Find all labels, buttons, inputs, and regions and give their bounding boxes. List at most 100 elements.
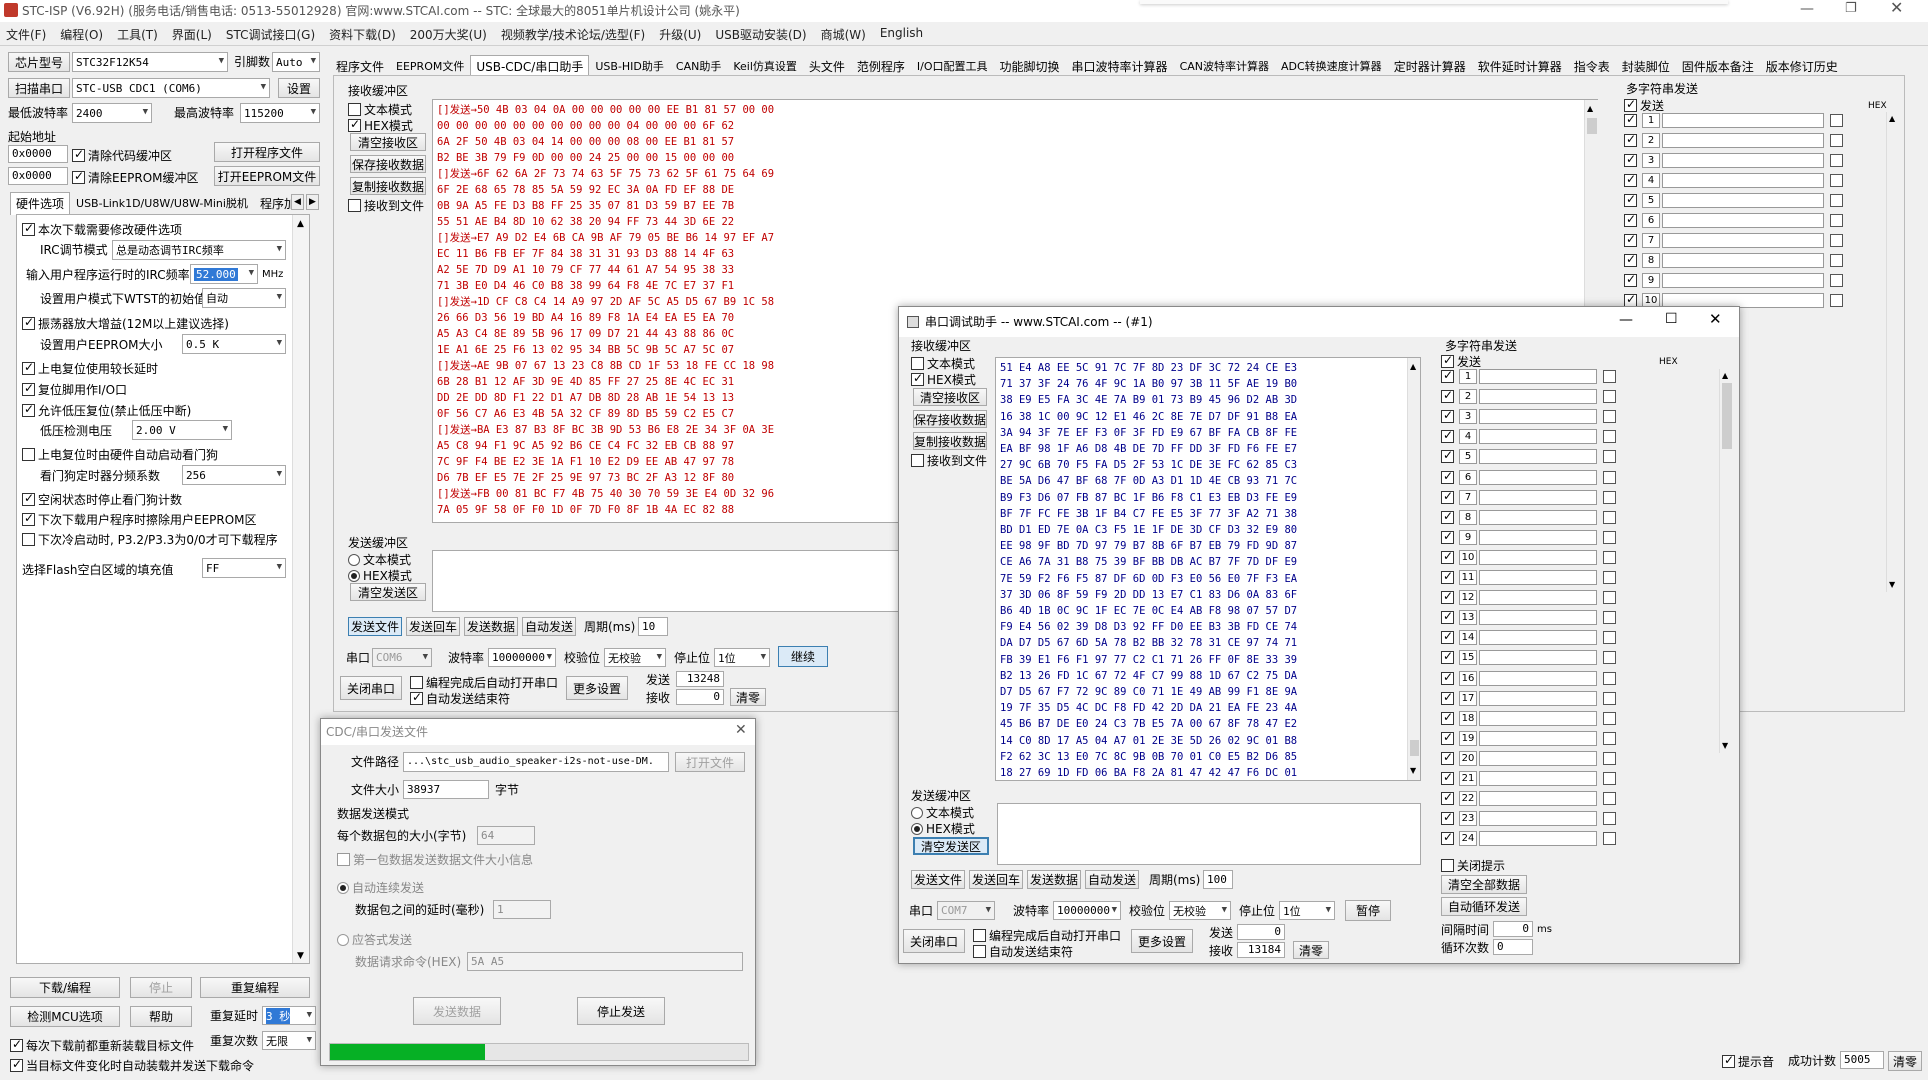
assist-multi-row-number[interactable]: 22: [1459, 791, 1477, 807]
menu-program[interactable]: 编程(O): [60, 26, 103, 43]
multi-row-hex-checkbox[interactable]: [1830, 234, 1843, 247]
send-text-mode[interactable]: 文本模式: [348, 551, 411, 568]
fill-select[interactable]: FF ▼: [202, 558, 286, 578]
port-select-main[interactable]: COM6 ▼: [372, 648, 432, 667]
assist-multi-row-number[interactable]: 9: [1459, 529, 1477, 545]
assist-multi-row-input[interactable]: [1479, 690, 1597, 706]
assist-recv-data-area[interactable]: 51 E4 A8 EE 5C 91 7C 7F 8D 23 DF 3C 72 2…: [995, 357, 1421, 781]
assist-multi-row-checkbox[interactable]: [1441, 649, 1454, 665]
assist-multi-row-input[interactable]: [1479, 429, 1597, 445]
multi-scroll-down-icon[interactable]: ▼: [1889, 578, 1895, 592]
opt-erase-eeprom[interactable]: 下次下载用户程序时擦除用户EEPROM区: [22, 511, 257, 528]
assist-multi-row-number[interactable]: 5: [1459, 449, 1477, 465]
multi-row-number[interactable]: 1: [1642, 113, 1660, 128]
clear-recv-button[interactable]: 清空接收区: [350, 133, 426, 151]
success-clear-button[interactable]: 清零: [1888, 1051, 1922, 1071]
auto-reload-checkbox[interactable]: 当目标文件变化时自动装载并发送下载命令: [10, 1057, 254, 1074]
assist-multi-row-number[interactable]: 7: [1459, 489, 1477, 505]
assist-multi-row-checkbox[interactable]: [1441, 629, 1454, 645]
repeat-program-button[interactable]: 重复编程: [200, 977, 310, 998]
multi-row-checkbox[interactable]: [1624, 232, 1637, 247]
menu-prize[interactable]: 200万大奖(U): [410, 26, 487, 43]
multi-row-number[interactable]: 7: [1642, 233, 1660, 248]
send-hex-mode[interactable]: HEX模式: [348, 567, 412, 584]
multi-row-hex-checkbox[interactable]: [1830, 134, 1843, 147]
multi-row-number[interactable]: 2: [1642, 133, 1660, 148]
open-eeprom-button[interactable]: 打开EEPROM文件: [214, 166, 320, 186]
assist-scroll-down-icon[interactable]: ▼: [1410, 764, 1416, 778]
assist-recv-text-mode[interactable]: 文本模式: [911, 355, 975, 372]
opt-osc-gain[interactable]: 振荡器放大增益(12M以上建议选择): [22, 315, 229, 332]
assist-auto-open-port-checkbox[interactable]: 编程完成后自动打开串口: [973, 927, 1121, 944]
reply-mode-radio[interactable]: 应答式发送: [337, 931, 412, 948]
assist-clear-all-button[interactable]: 清空全部数据: [1441, 875, 1527, 894]
assist-multi-row-hex-checkbox[interactable]: [1603, 671, 1616, 685]
addr1-input[interactable]: 0x0000: [8, 145, 68, 163]
multi-row-input[interactable]: [1662, 253, 1824, 268]
multi-row-input[interactable]: [1662, 193, 1824, 208]
save-recv-button[interactable]: 保存接收数据: [350, 155, 426, 173]
assist-clear-recv-button[interactable]: 清空接收区: [913, 388, 987, 406]
download-program-button[interactable]: 下载/编程: [10, 977, 120, 998]
assist-multi-row-number[interactable]: 16: [1459, 670, 1477, 686]
assist-multi-row-hex-checkbox[interactable]: [1603, 410, 1616, 424]
stop-button[interactable]: 停止: [130, 977, 192, 998]
assist-loop-input[interactable]: 0: [1493, 939, 1533, 955]
assist-multi-row-hex-checkbox[interactable]: [1603, 772, 1616, 785]
assist-multi-row-number[interactable]: 19: [1459, 730, 1477, 746]
menu-debug[interactable]: STC调试接口(G): [226, 26, 315, 43]
multi-row-hex-checkbox[interactable]: [1830, 274, 1843, 287]
wtst-select[interactable]: 自动 ▼: [202, 288, 286, 308]
assist-multi-row-hex-checkbox[interactable]: [1603, 812, 1616, 826]
open-file-button[interactable]: 打开文件: [675, 752, 745, 772]
clear-code-checkbox[interactable]: 清除代码缓冲区: [72, 147, 172, 164]
menu-tools[interactable]: 工具(T): [117, 26, 158, 43]
assist-multi-row-number[interactable]: 6: [1459, 469, 1477, 485]
multi-row-input[interactable]: [1662, 273, 1824, 288]
assist-multi-row-number[interactable]: 3: [1459, 409, 1477, 425]
clear-send-button[interactable]: 清空发送区: [350, 583, 426, 601]
parity-select[interactable]: 无校验 ▼: [604, 648, 666, 667]
irc-freq-select[interactable]: 52.000 ▼: [190, 264, 258, 284]
eeprom-size-select[interactable]: 0.5 K ▼: [182, 334, 286, 354]
assist-multi-row-hex-checkbox[interactable]: [1603, 490, 1616, 504]
assist-multi-row-checkbox[interactable]: [1441, 408, 1454, 424]
open-program-button[interactable]: 打开程序文件: [214, 142, 320, 162]
request-cmd-input[interactable]: 5A A5: [467, 952, 743, 971]
assist-multi-row-input[interactable]: [1479, 670, 1597, 686]
period-input[interactable]: 10: [638, 617, 668, 636]
assist-multi-row-hex-checkbox[interactable]: [1603, 591, 1616, 605]
assist-multi-row-checkbox[interactable]: [1441, 750, 1454, 765]
multi-row-checkbox[interactable]: [1624, 192, 1637, 207]
menu-interface[interactable]: 界面(L): [172, 26, 212, 43]
repeat-count-select[interactable]: 无限 ▼: [262, 1031, 316, 1050]
assist-auto-send-button[interactable]: 自动发送: [1085, 870, 1139, 889]
pin-count-select[interactable]: Auto ▼: [272, 52, 320, 72]
assist-multi-row-input[interactable]: [1479, 509, 1597, 525]
multi-row-checkbox[interactable]: [1624, 112, 1637, 127]
assist-multi-row-checkbox[interactable]: [1441, 609, 1454, 625]
settings-button[interactable]: 设置: [278, 78, 320, 98]
assist-multi-row-number[interactable]: 24: [1459, 831, 1477, 847]
assist-multi-scroll-down-icon[interactable]: ▼: [1722, 739, 1728, 753]
stopbit-select[interactable]: 1位 ▼: [714, 648, 770, 667]
auto-end-char-checkbox[interactable]: 自动发送结束符: [410, 690, 510, 707]
assist-multi-row-hex-checkbox[interactable]: [1603, 470, 1616, 484]
assist-multi-row-number[interactable]: 18: [1459, 710, 1477, 726]
scroll-up-icon[interactable]: ▲: [297, 217, 304, 231]
menu-english[interactable]: English: [880, 26, 923, 43]
multi-row-checkbox[interactable]: [1624, 172, 1637, 187]
send-enter-button[interactable]: 发送回车: [406, 617, 460, 636]
multi-row-input[interactable]: [1662, 113, 1824, 128]
send-data-file-button[interactable]: 发送数据: [413, 997, 501, 1025]
assist-multi-row-number[interactable]: 11: [1459, 570, 1477, 585]
multi-row-checkbox[interactable]: [1624, 212, 1637, 227]
assist-multi-row-checkbox[interactable]: [1441, 810, 1454, 826]
menu-usb-driver[interactable]: USB驱动安装(D): [715, 26, 806, 43]
multi-row-input[interactable]: [1662, 173, 1824, 188]
assist-send-data-area[interactable]: [997, 803, 1421, 865]
recv-hex-mode[interactable]: HEX模式: [348, 117, 413, 134]
assist-multi-row-hex-checkbox[interactable]: [1603, 691, 1616, 705]
tab-hardware[interactable]: 硬件选项: [10, 192, 71, 215]
low-voltage-select[interactable]: 2.00 V ▼: [132, 420, 232, 440]
